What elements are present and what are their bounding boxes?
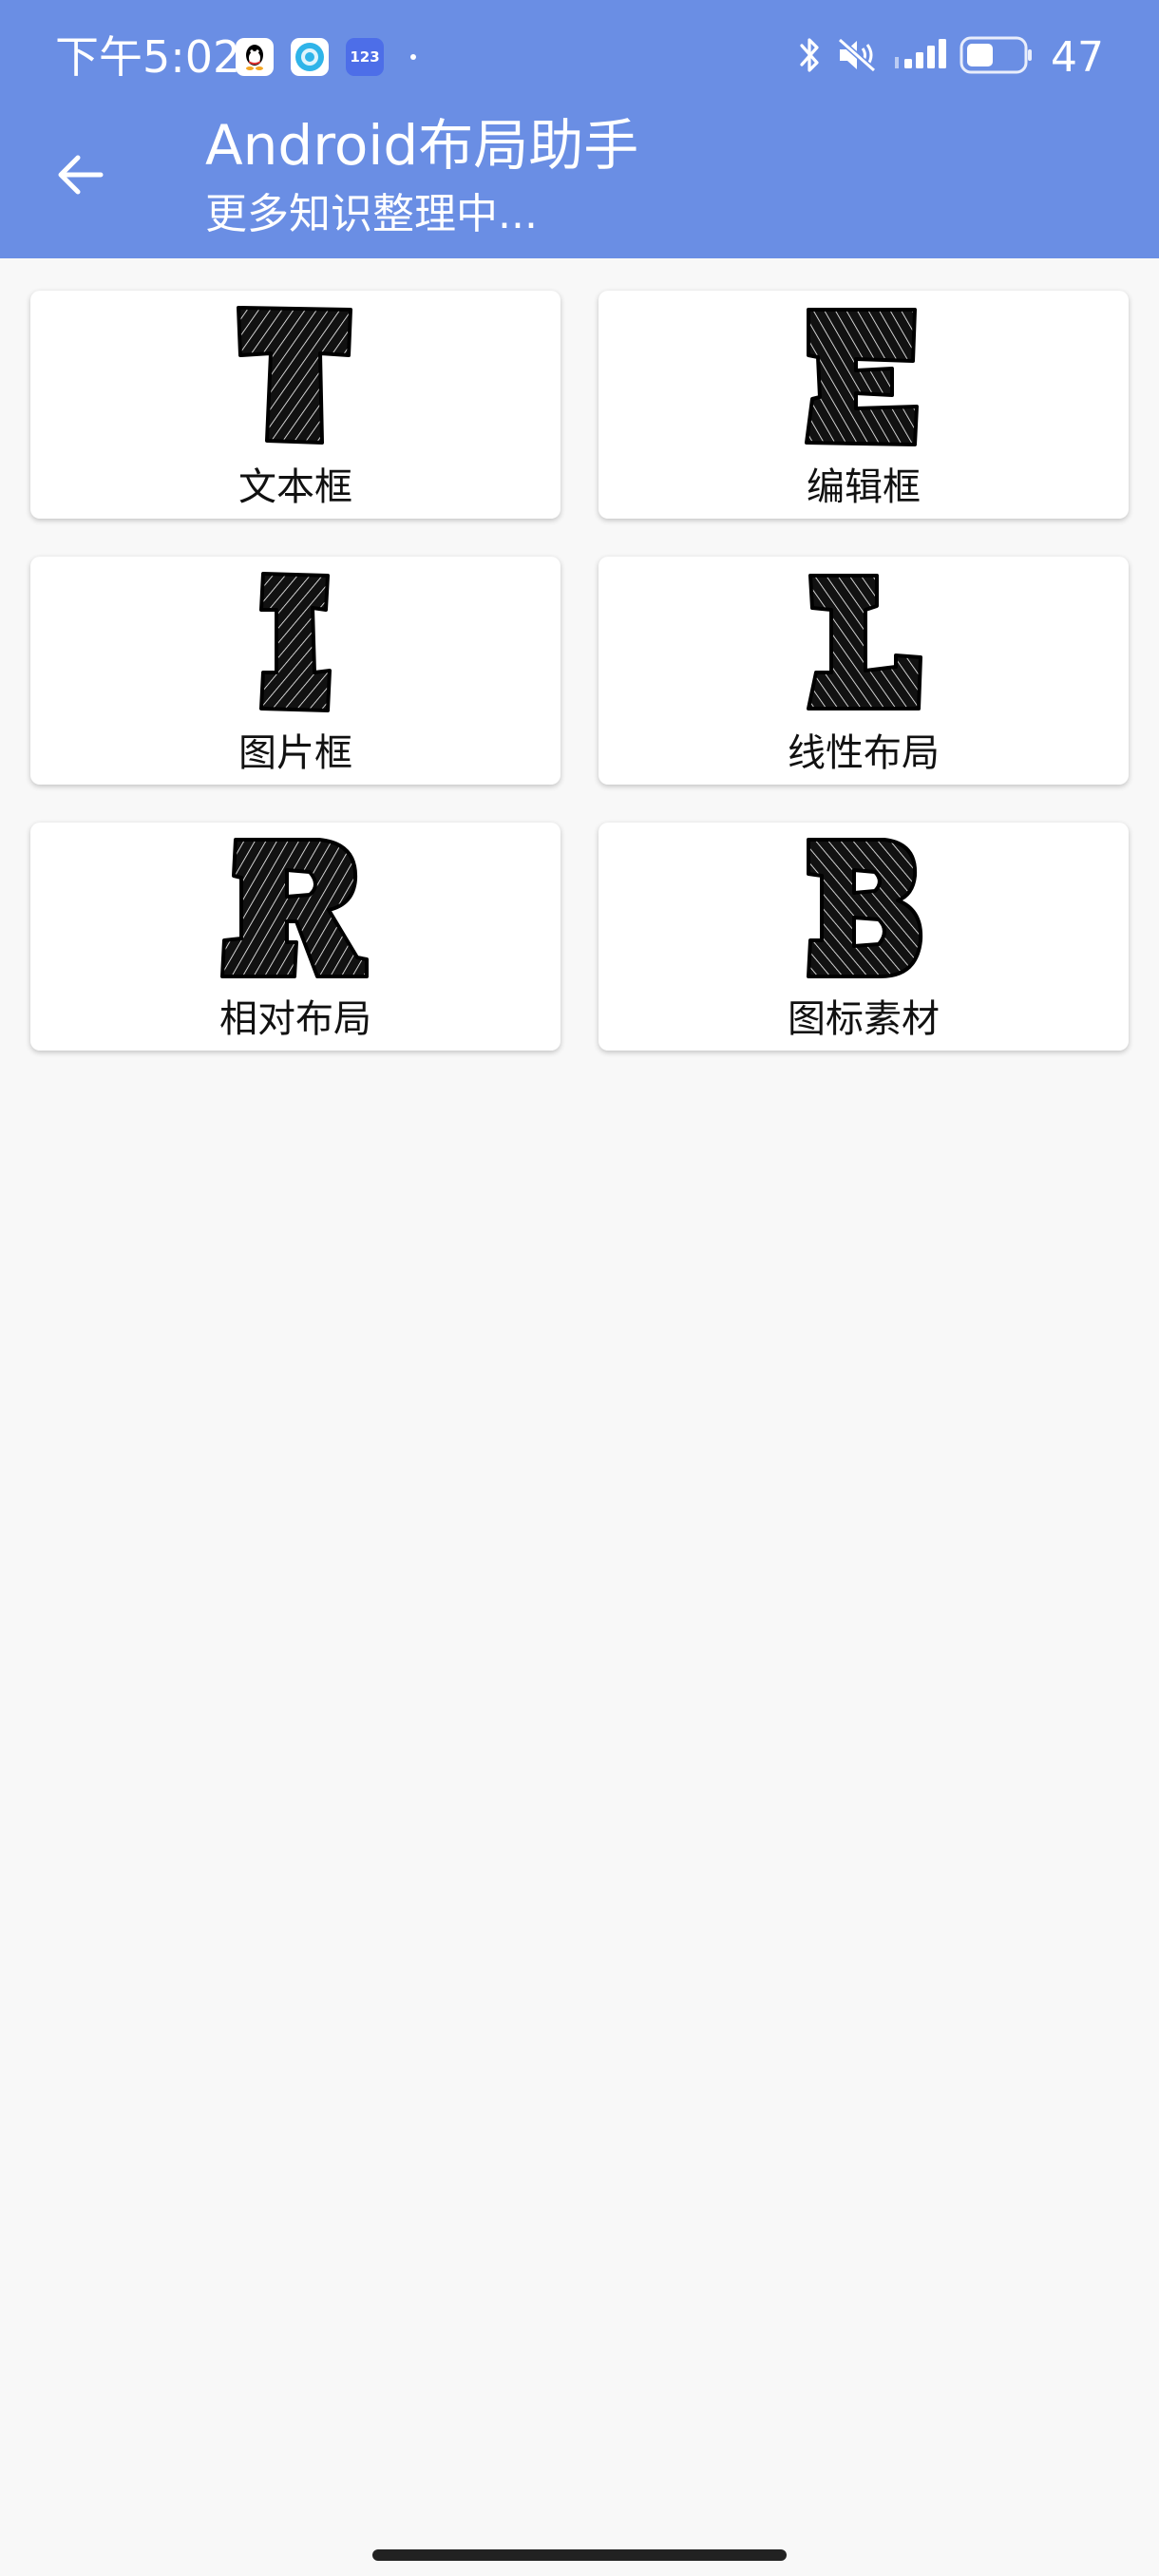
card-edittext[interactable]: 编辑框	[598, 291, 1129, 519]
card-label: 相对布局	[219, 997, 371, 1041]
card-textview[interactable]: 文本框	[30, 291, 560, 519]
battery-icon	[960, 35, 1034, 79]
page-subtitle: 更多知识整理中...	[205, 190, 538, 238]
card-imageview[interactable]: 图片框	[30, 557, 560, 785]
back-button[interactable]	[42, 139, 118, 215]
lx-app-icon	[291, 38, 329, 76]
letter-b-icon	[598, 834, 1129, 982]
card-label: 线性布局	[788, 731, 940, 775]
letter-r-icon	[30, 834, 560, 982]
system-status-icons: 47	[796, 28, 1104, 85]
card-relativelayout[interactable]: 相对布局	[30, 823, 560, 1051]
page-title: Android布局助手	[205, 113, 639, 178]
card-label: 编辑框	[807, 465, 921, 509]
more-notifications-dot	[410, 54, 416, 60]
app-bar: 下午5:02 123 47 Android布局助手 更多知识整理中...	[0, 0, 1159, 258]
letter-l-icon	[598, 568, 1129, 716]
letter-t-icon	[30, 302, 560, 450]
card-linearlayout[interactable]: 线性布局	[598, 557, 1129, 785]
card-label: 图标素材	[788, 997, 940, 1041]
battery-level: 47	[1051, 32, 1104, 82]
layout-grid: 文本框 编辑框 图片框 线性布局 相对布局 图标素材	[30, 291, 1129, 1051]
home-indicator[interactable]	[372, 2549, 787, 2561]
bluetooth-icon	[796, 36, 823, 78]
card-icon-assets[interactable]: 图标素材	[598, 823, 1129, 1051]
app-123-label: 123	[350, 48, 380, 66]
arrow-back-icon	[53, 152, 106, 201]
status-time: 下午5:02	[55, 31, 241, 83]
letter-i-icon	[30, 568, 560, 716]
signal-icon	[893, 36, 946, 78]
letter-e-icon	[598, 302, 1129, 450]
qq-icon	[236, 38, 274, 76]
app-123-icon: 123	[346, 38, 384, 76]
mute-icon	[836, 36, 880, 78]
notification-icons: 123	[236, 36, 416, 78]
card-label: 文本框	[238, 465, 352, 509]
card-label: 图片框	[238, 731, 352, 775]
